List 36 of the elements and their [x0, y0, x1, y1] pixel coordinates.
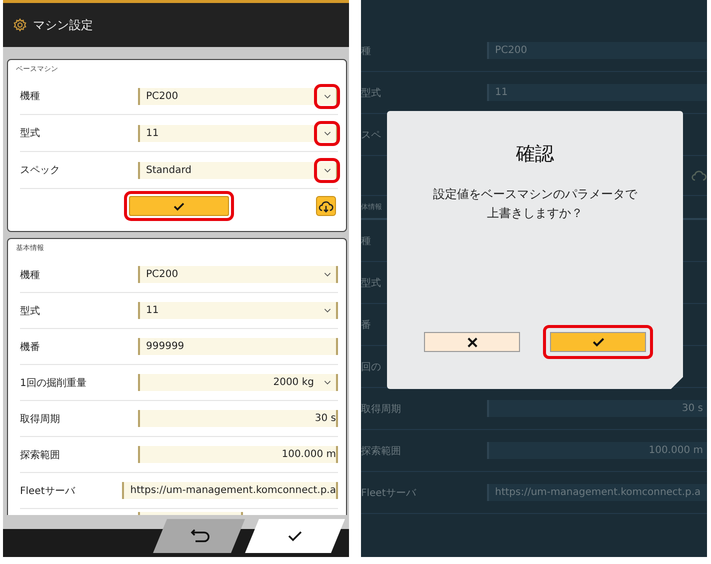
input-field[interactable]: 30 s — [138, 410, 338, 427]
dialog-message: 上書きしますか？ — [487, 204, 583, 222]
field-label: スペ — [361, 128, 382, 142]
field-label: 型式 — [20, 304, 41, 318]
input-field: 11 — [487, 84, 707, 101]
screen-title: マシン設定 — [33, 16, 93, 34]
input-field[interactable]: https://um-management.komconnect.p.a — [122, 482, 338, 499]
input-field: PC200 — [487, 42, 707, 59]
dialog-message: 設定値をベースマシンのパラメータで — [433, 186, 637, 203]
field-label: 探索範囲 — [361, 444, 402, 458]
dialog-title: 確認 — [516, 142, 554, 167]
field-label: 種 — [361, 234, 372, 248]
field-label: 探索範囲 — [20, 448, 61, 462]
input-field[interactable]: 100.000 m — [138, 446, 338, 463]
field-label: 機種 — [20, 268, 41, 282]
input-field: 30 s — [487, 400, 707, 417]
field-label: 型式 — [20, 126, 41, 140]
field-label: Fleetサーバ — [361, 486, 418, 500]
field-label: 機種 — [20, 90, 41, 103]
input-field[interactable]: 999999 — [138, 338, 338, 355]
field-label: 種 — [361, 44, 372, 58]
field-label: Fleetサーバ — [20, 484, 76, 498]
field-label: スペック — [20, 164, 61, 177]
input-field: 100.000 m — [487, 442, 707, 459]
field-label: 回の — [361, 360, 382, 374]
field-label: 取得周期 — [361, 402, 402, 416]
select-field[interactable]: PC200 — [138, 266, 338, 283]
input-field: https://um-management.komconnect.p.a — [487, 484, 707, 501]
field-label: 番 — [361, 318, 372, 332]
field-label: 1回の掘削重量 — [20, 376, 88, 390]
select-field[interactable]: 2000 kg — [138, 374, 338, 391]
select-field[interactable]: 11 — [138, 302, 338, 319]
field-label: 機番 — [20, 340, 41, 354]
field-label: 型式 — [361, 276, 382, 290]
field-label: 取得周期 — [20, 412, 61, 426]
field-label: 型式 — [361, 86, 382, 100]
